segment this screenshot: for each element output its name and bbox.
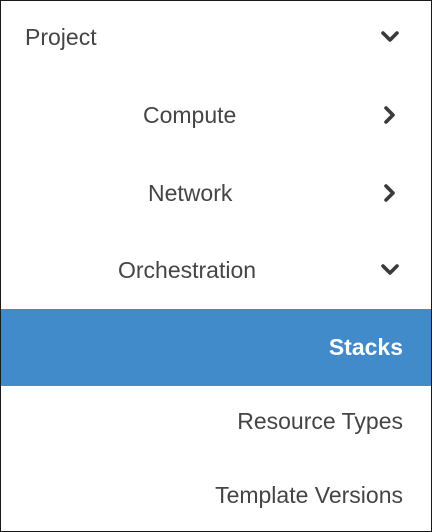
nav-compute-toggle[interactable]: Compute [1, 87, 431, 143]
nav-orchestration-toggle[interactable]: Orchestration [1, 242, 431, 298]
nav-item-label: Stacks [328, 334, 403, 360]
nav-network-toggle[interactable]: Network [1, 165, 431, 221]
nav-item-stacks[interactable]: Stacks [1, 309, 431, 386]
nav-project-label: Project [25, 23, 97, 50]
nav-orchestration-label: Orchestration [118, 256, 257, 283]
project-navigation-menu: Project Compute Network Orchestration St… [0, 0, 432, 532]
chevron-down-icon [379, 26, 401, 48]
nav-compute-label: Compute [143, 101, 237, 128]
chevron-right-icon [379, 104, 401, 126]
nav-item-template-versions[interactable]: Template Versions [1, 460, 431, 530]
nav-item-resource-types[interactable]: Resource Types [1, 385, 431, 457]
nav-item-label: Resource Types [237, 407, 403, 434]
chevron-down-icon [379, 259, 401, 281]
nav-item-label: Template Versions [215, 481, 403, 508]
chevron-right-icon [379, 182, 401, 204]
nav-network-label: Network [148, 179, 233, 206]
nav-project-toggle[interactable]: Project [1, 9, 431, 65]
